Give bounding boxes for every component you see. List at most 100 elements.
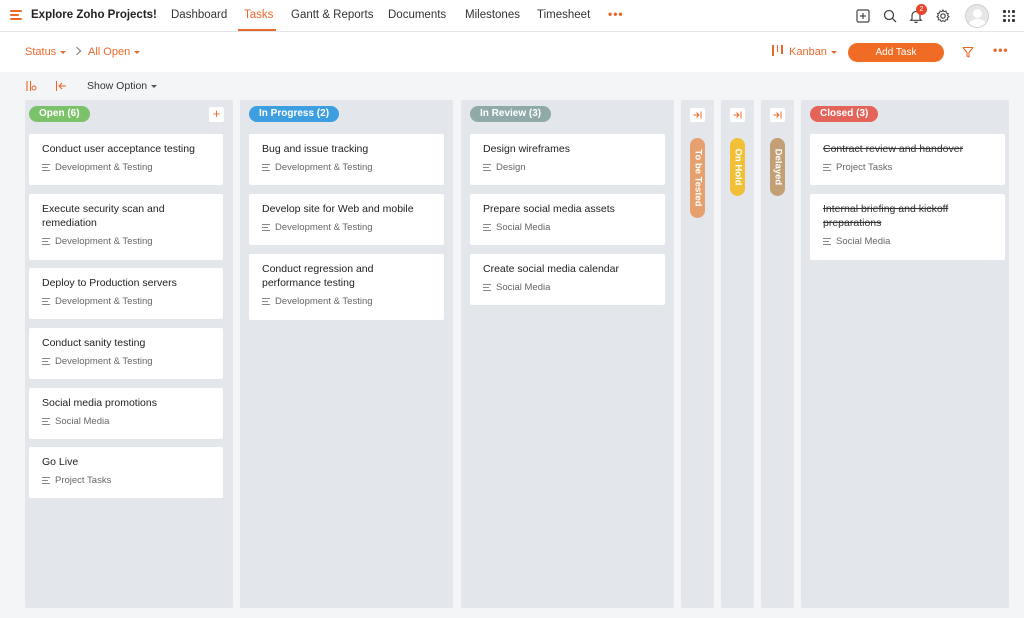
tasklist-icon bbox=[42, 417, 50, 425]
view-mode-label: Kanban bbox=[789, 46, 827, 58]
task-card[interactable]: Conduct regression and performance testin… bbox=[249, 254, 444, 320]
task-title-line: Internal briefing and kickoff bbox=[823, 203, 949, 215]
add-task-button[interactable]: Add Task bbox=[848, 43, 944, 62]
tab-documents[interactable]: Documents bbox=[388, 9, 446, 21]
show-option-label: Show Option bbox=[87, 80, 148, 92]
task-list-name: Development & Testing bbox=[42, 236, 153, 247]
task-card[interactable]: Bug and issue tracking Development & Tes… bbox=[249, 134, 444, 185]
tasklist-icon bbox=[823, 237, 831, 245]
search-icon[interactable] bbox=[882, 8, 898, 24]
tasklist-icon bbox=[42, 357, 50, 365]
column-label-text: To be Tested bbox=[692, 149, 703, 207]
column-in-progress: In Progress (2) Bug and issue tracking D… bbox=[240, 100, 453, 608]
user-avatar[interactable] bbox=[965, 4, 989, 28]
column-delayed-collapsed[interactable]: Delayed bbox=[761, 100, 794, 608]
task-card[interactable]: Deploy to Production servers Development… bbox=[29, 268, 223, 319]
tasklist-icon bbox=[823, 163, 831, 171]
column-on-hold-collapsed[interactable]: On Hold bbox=[721, 100, 754, 608]
task-list-name: Project Tasks bbox=[823, 162, 892, 173]
expand-column-icon[interactable] bbox=[770, 108, 785, 122]
project-title[interactable]: Explore Zoho Projects! bbox=[31, 9, 157, 21]
task-list-label: Development & Testing bbox=[55, 296, 153, 307]
task-list-label: Development & Testing bbox=[275, 222, 373, 233]
task-title: Internal briefing and kickoff preparation… bbox=[823, 202, 948, 230]
task-list-name: Social Media bbox=[42, 416, 109, 427]
apps-grid-icon[interactable] bbox=[1003, 10, 1015, 22]
tab-tasks[interactable]: Tasks bbox=[244, 9, 273, 21]
column-to-be-tested-label: To be Tested bbox=[690, 138, 705, 218]
tasklist-icon bbox=[262, 163, 270, 171]
column-label-text: Delayed bbox=[772, 148, 783, 186]
column-in-review: In Review (3) Design wireframes Design P… bbox=[461, 100, 674, 608]
task-card[interactable]: Prepare social media assets Social Media bbox=[470, 194, 665, 245]
task-list-name: Social Media bbox=[483, 282, 550, 293]
task-list-name: Development & Testing bbox=[42, 356, 153, 367]
task-card[interactable]: Develop site for Web and mobile Developm… bbox=[249, 194, 444, 245]
tab-gantt-reports[interactable]: Gantt & Reports bbox=[291, 9, 373, 21]
kanban-icon bbox=[772, 45, 783, 56]
task-list-name: Social Media bbox=[483, 222, 550, 233]
task-title: Execute security scan and remediation bbox=[42, 202, 165, 230]
view-filter-dropdown[interactable]: All Open bbox=[88, 46, 141, 58]
collapse-columns-icon[interactable] bbox=[55, 80, 67, 92]
task-list-label: Project Tasks bbox=[55, 475, 112, 486]
task-card[interactable]: Conduct sanity testing Development & Tes… bbox=[29, 328, 223, 379]
tasklist-icon bbox=[262, 223, 270, 231]
column-delayed-label: Delayed bbox=[770, 138, 785, 196]
task-title: Design wireframes bbox=[483, 143, 570, 155]
tasklist-icon bbox=[483, 223, 491, 231]
tasklist-icon bbox=[42, 237, 50, 245]
task-card[interactable]: Social media promotions Social Media bbox=[29, 388, 223, 439]
more-options-icon[interactable]: ••• bbox=[993, 43, 1009, 57]
show-option-dropdown[interactable]: Show Option bbox=[87, 80, 158, 92]
task-title: Bug and issue tracking bbox=[262, 143, 369, 155]
chevron-right-icon bbox=[72, 46, 82, 56]
task-title: Conduct user acceptance testing bbox=[42, 143, 195, 155]
task-card[interactable]: Design wireframes Design bbox=[470, 134, 665, 185]
task-list-label: Development & Testing bbox=[275, 296, 373, 307]
column-open: Open (6) + Conduct user acceptance testi… bbox=[25, 100, 233, 608]
task-list-label: Social Media bbox=[496, 222, 551, 233]
task-title-line: performance testing bbox=[262, 277, 355, 289]
task-title-line: Conduct regression and bbox=[262, 263, 374, 275]
chevron-down-icon bbox=[60, 50, 67, 54]
task-card[interactable]: Execute security scan and remediation Dev… bbox=[29, 194, 223, 260]
view-mode-dropdown[interactable]: Kanban bbox=[789, 46, 837, 58]
task-list-label: Social Media bbox=[836, 236, 891, 247]
task-list-label: Social Media bbox=[55, 416, 110, 427]
task-list-name: Development & Testing bbox=[42, 296, 153, 307]
gear-icon[interactable] bbox=[935, 8, 951, 24]
notification-count-badge: 2 bbox=[916, 4, 927, 15]
task-title: Develop site for Web and mobile bbox=[262, 203, 414, 215]
task-list-label: Development & Testing bbox=[275, 162, 373, 173]
column-to-be-tested-collapsed[interactable]: To be Tested bbox=[681, 100, 714, 608]
task-card[interactable]: Create social media calendar Social Medi… bbox=[470, 254, 665, 305]
task-title: Go Live bbox=[42, 456, 79, 468]
add-task-to-column-icon[interactable]: + bbox=[209, 107, 224, 122]
filter-icon[interactable] bbox=[961, 45, 975, 59]
task-card[interactable]: Go Live Project Tasks bbox=[29, 447, 223, 498]
tab-milestones[interactable]: Milestones bbox=[465, 9, 520, 21]
task-list-label: Design bbox=[496, 162, 526, 173]
tab-timesheet[interactable]: Timesheet bbox=[537, 9, 590, 21]
more-tabs-icon[interactable]: ••• bbox=[608, 7, 624, 21]
add-icon[interactable] bbox=[855, 8, 871, 24]
task-list-name: Project Tasks bbox=[42, 475, 111, 486]
hamburger-menu-icon[interactable] bbox=[10, 10, 22, 20]
task-list-name: Development & Testing bbox=[42, 162, 153, 173]
view-filter-label: All Open bbox=[88, 46, 131, 58]
task-list-name: Design bbox=[483, 162, 526, 173]
column-on-hold-label: On Hold bbox=[730, 138, 745, 196]
task-card[interactable]: Conduct user acceptance testing Developm… bbox=[29, 134, 223, 185]
expand-column-icon[interactable] bbox=[730, 108, 745, 122]
status-filter-dropdown[interactable]: Status bbox=[25, 46, 67, 58]
column-settings-icon[interactable] bbox=[25, 80, 37, 92]
expand-column-icon[interactable] bbox=[690, 108, 705, 122]
active-tab-indicator bbox=[238, 29, 276, 31]
task-card[interactable]: Contract review and handover Project Tas… bbox=[810, 134, 1005, 185]
tab-dashboard[interactable]: Dashboard bbox=[171, 9, 227, 21]
task-card[interactable]: Internal briefing and kickoff preparation… bbox=[810, 194, 1005, 260]
task-title-line: preparations bbox=[823, 217, 882, 229]
task-list-name: Development & Testing bbox=[262, 296, 373, 307]
tasklist-icon bbox=[42, 163, 50, 171]
